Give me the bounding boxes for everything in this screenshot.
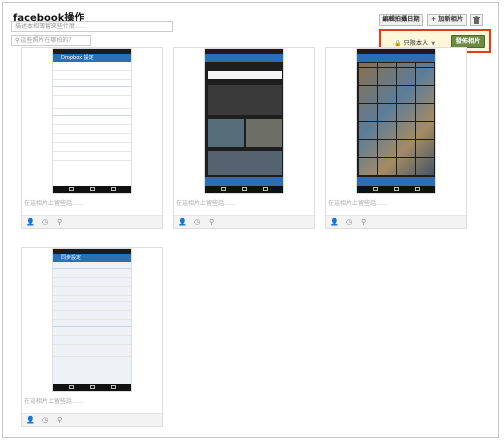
photo-thumbnail[interactable]: Dropbox 設定 [22, 48, 162, 203]
photo-card: 在這相片上留些話…… 👤 ◷ ⚲ [173, 47, 315, 229]
photo-toolbar: 👤 ◷ ⚲ [174, 215, 314, 228]
photo-caption-input[interactable]: 在這相片上留些話…… [176, 198, 236, 207]
photo-thumbnail[interactable] [174, 48, 314, 203]
clock-icon[interactable]: ◷ [42, 218, 48, 226]
clock-icon[interactable]: ◷ [42, 416, 48, 424]
tag-person-icon[interactable]: 👤 [26, 416, 35, 424]
phone-screenshot [204, 48, 284, 194]
location-pin-icon[interactable]: ⚲ [361, 218, 366, 226]
album-location-input[interactable]: ⚲這些照片在哪拍的？ [11, 35, 91, 46]
privacy-selector[interactable]: 🔒 只限本人 ▼ [394, 38, 435, 47]
location-pin-icon[interactable]: ⚲ [209, 218, 214, 226]
photo-toolbar: 👤 ◷ ⚲ [326, 215, 466, 228]
edit-date-button[interactable]: 編輯拍攝日期 [379, 14, 423, 26]
photo-toolbar: 👤 ◷ ⚲ [22, 413, 162, 426]
photo-thumbnail[interactable] [326, 48, 466, 203]
photo-card: 在這相片上留些話…… 👤 ◷ ⚲ [325, 47, 467, 229]
trash-icon [473, 16, 480, 24]
photo-caption-input[interactable]: 在這相片上留些話…… [24, 396, 84, 405]
photo-card: 同步設定 在這相片上留些話…… 👤 ◷ ⚲ [21, 247, 163, 427]
lock-icon: 🔒 [394, 40, 402, 47]
photo-caption-input[interactable]: 在這相片上留些話…… [24, 198, 84, 207]
photo-toolbar: 👤 ◷ ⚲ [22, 215, 162, 228]
phone-screenshot: 同步設定 [52, 248, 132, 392]
photo-card: Dropbox 設定 在這相片上留些話…… 👤 ◷ ⚲ [21, 47, 163, 229]
clock-icon[interactable]: ◷ [194, 218, 200, 226]
delete-album-button[interactable] [470, 14, 483, 26]
location-pin-icon: ⚲ [15, 37, 20, 44]
photo-caption-input[interactable]: 在這相片上留些話…… [328, 198, 388, 207]
album-description-input[interactable]: 描述本相簿嘗來些什麼…… [11, 21, 173, 32]
phone-screenshot: Dropbox 設定 [52, 48, 132, 194]
tag-person-icon[interactable]: 👤 [178, 218, 187, 226]
phone-screenshot [356, 48, 436, 194]
location-placeholder: 這些照片在哪拍的？ [20, 37, 75, 44]
clock-icon[interactable]: ◷ [346, 218, 352, 226]
photo-thumbnail[interactable]: 同步設定 [22, 248, 162, 403]
privacy-label: 只限本人 [403, 40, 429, 47]
add-photo-button[interactable]: + 加新相片 [427, 14, 467, 26]
location-pin-icon[interactable]: ⚲ [57, 218, 62, 226]
screen-title: Dropbox 設定 [53, 54, 131, 62]
location-pin-icon[interactable]: ⚲ [57, 416, 62, 424]
screen-title: 同步設定 [53, 254, 131, 262]
tag-person-icon[interactable]: 👤 [26, 218, 35, 226]
tag-person-icon[interactable]: 👤 [330, 218, 339, 226]
album-editor: facebook操作 描述本相簿嘗來些什麼…… ⚲這些照片在哪拍的？ 編輯拍攝日… [2, 2, 499, 438]
